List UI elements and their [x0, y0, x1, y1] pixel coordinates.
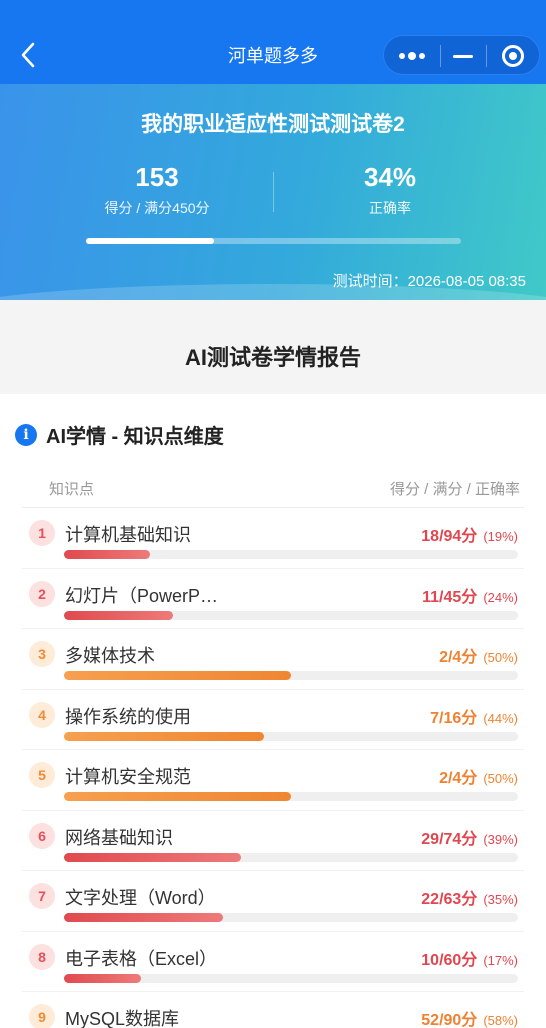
rank-badge: 8 [29, 943, 55, 970]
accuracy-progress-bar [86, 238, 461, 244]
score-percent: (44%) [483, 710, 518, 726]
list-item[interactable]: 5 计算机安全规范 2/4分 (50%) [22, 750, 524, 811]
minimize-icon[interactable] [440, 36, 486, 76]
score-fraction: 11/45分 [422, 588, 478, 606]
score-percent: (35%) [483, 892, 518, 907]
accuracy-value: 34% [363, 162, 417, 192]
knowledge-name: 计算机基础知识 [65, 525, 191, 545]
exam-title: 我的职业适应性测试测试卷2 [141, 113, 405, 136]
column-header-knowledge: 知识点 [49, 481, 95, 498]
knowledge-list: 1 计算机基础知识 18/94分 (19%) 2 幻灯片（PowerP… 11/45分 (24… [22, 508, 524, 1028]
knowledge-name: 网络基础知识 [65, 827, 173, 848]
rank-badge: 3 [29, 641, 55, 667]
accuracy-bar [64, 550, 518, 559]
knowledge-name: 计算机安全规范 [65, 767, 191, 787]
list-item[interactable]: 4 操作系统的使用 7/16分 (44%) [22, 690, 524, 750]
score-fraction: 22/63分 [421, 891, 478, 908]
score-percent: (19%) [483, 529, 518, 544]
score-fraction: 2/4分 [439, 649, 478, 666]
accuracy-bar [64, 852, 518, 862]
list-item[interactable]: 2 幻灯片（PowerP… 11/45分 (24%) [22, 569, 524, 629]
knowledge-score: 11/45分 (24%) [422, 583, 518, 607]
score-value: 153 [135, 162, 179, 192]
knowledge-score: 2/4分 (50%) [439, 764, 518, 788]
more-icon[interactable] [384, 36, 440, 76]
accuracy-bar [64, 610, 518, 620]
knowledge-score: 2/4分 (50%) [439, 643, 518, 667]
knowledge-score: 18/94分 (19%) [421, 522, 518, 546]
list-item[interactable]: 8 电子表格（Excel） 10/60分 (17%) [22, 932, 524, 992]
knowledge-score: 52/90分 (58%) [421, 1006, 518, 1028]
knowledge-name: 操作系统的使用 [65, 706, 191, 727]
knowledge-score: 29/74分 (39%) [421, 825, 518, 849]
accuracy-bar [64, 973, 518, 983]
knowledge-score: 22/63分 (35%) [421, 885, 518, 909]
knowledge-name: MySQL数据库 [65, 1009, 180, 1028]
accuracy-bar [64, 792, 518, 801]
list-item[interactable]: 7 文字处理（Word） 22/63分 (35%) [22, 871, 524, 932]
accuracy-stat: 34% 正确率 [290, 162, 490, 218]
knowledge-score: 7/16分 (44%) [430, 704, 518, 728]
test-time: 测试时间：2026-08-05 08:35 [332, 273, 526, 290]
accuracy-bar [64, 913, 518, 922]
list-item[interactable]: 6 网络基础知识 29/74分 (39%) [22, 811, 524, 871]
accuracy-bar-fill [64, 913, 223, 922]
info-icon: i [15, 423, 37, 446]
report-band: AI测试卷学情报告 [0, 300, 546, 394]
accuracy-bar-fill [64, 792, 291, 801]
rank-badge: 6 [29, 822, 55, 849]
accuracy-bar [64, 731, 518, 741]
score-fraction: 52/90分 [421, 1012, 478, 1028]
score-stat: 153 得分 / 满分450分 [57, 162, 257, 218]
rank-badge: 9 [29, 1004, 55, 1028]
accuracy-bar-fill [64, 731, 264, 741]
close-target-icon[interactable] [486, 36, 540, 76]
accuracy-progress-fill [86, 238, 214, 244]
accuracy-label: 正确率 [369, 200, 411, 216]
rank-badge: 2 [29, 580, 55, 607]
rank-badge: 7 [29, 883, 55, 909]
score-percent: (50%) [483, 650, 518, 665]
score-fraction: 18/94分 [421, 528, 478, 545]
knowledge-name: 多媒体技术 [65, 646, 155, 666]
score-header: 我的职业适应性测试测试卷2 153 得分 / 满分450分 34% 正确率 测试… [0, 84, 546, 300]
knowledge-score: 10/60分 (17%) [421, 946, 518, 970]
list-item[interactable]: 9 MySQL数据库 52/90分 (58%) [22, 992, 524, 1028]
column-header: 知识点 得分 / 满分 / 正确率 [22, 478, 524, 508]
accuracy-bar-fill [64, 671, 291, 680]
score-percent: (24%) [483, 589, 518, 605]
accuracy-bar [64, 671, 518, 680]
score-percent: (17%) [483, 952, 518, 968]
knowledge-name: 电子表格（Excel） [65, 948, 218, 969]
section-title: AI学情 - 知识点维度 [46, 426, 224, 448]
score-percent: (39%) [483, 831, 518, 847]
accuracy-bar-fill [64, 550, 151, 559]
rank-badge: 4 [29, 701, 55, 728]
rank-badge: 5 [29, 762, 55, 788]
score-percent: (58%) [483, 1013, 518, 1028]
score-fraction: 10/60分 [421, 951, 478, 969]
knowledge-card: i AI学情 - 知识点维度 知识点 得分 / 满分 / 正确率 1 计算机基础知… [0, 394, 546, 1028]
score-fraction: 29/74分 [421, 830, 478, 848]
stat-divider [273, 172, 274, 212]
score-fraction: 7/16分 [430, 709, 478, 727]
accuracy-bar-fill [64, 852, 242, 862]
nav-bar: 河单题多多 [0, 0, 546, 84]
list-item[interactable]: 1 计算机基础知识 18/94分 (19%) [22, 508, 524, 569]
column-header-score: 得分 / 满分 / 正确率 [389, 481, 520, 498]
list-item[interactable]: 3 多媒体技术 2/4分 (50%) [22, 629, 524, 690]
rank-badge: 1 [29, 520, 55, 546]
report-title: AI测试卷学情报告 [184, 345, 361, 370]
mini-program-capsule [383, 35, 540, 75]
score-percent: (50%) [483, 771, 518, 786]
knowledge-name: 幻灯片（PowerP… [65, 585, 219, 606]
knowledge-name: 文字处理（Word） [65, 888, 216, 908]
score-fraction: 2/4分 [439, 770, 478, 787]
accuracy-bar-fill [64, 610, 173, 620]
accuracy-bar-fill [64, 973, 142, 983]
section-header: i AI学情 - 知识点维度 [15, 420, 224, 449]
score-label: 得分 / 满分450分 [104, 200, 210, 216]
